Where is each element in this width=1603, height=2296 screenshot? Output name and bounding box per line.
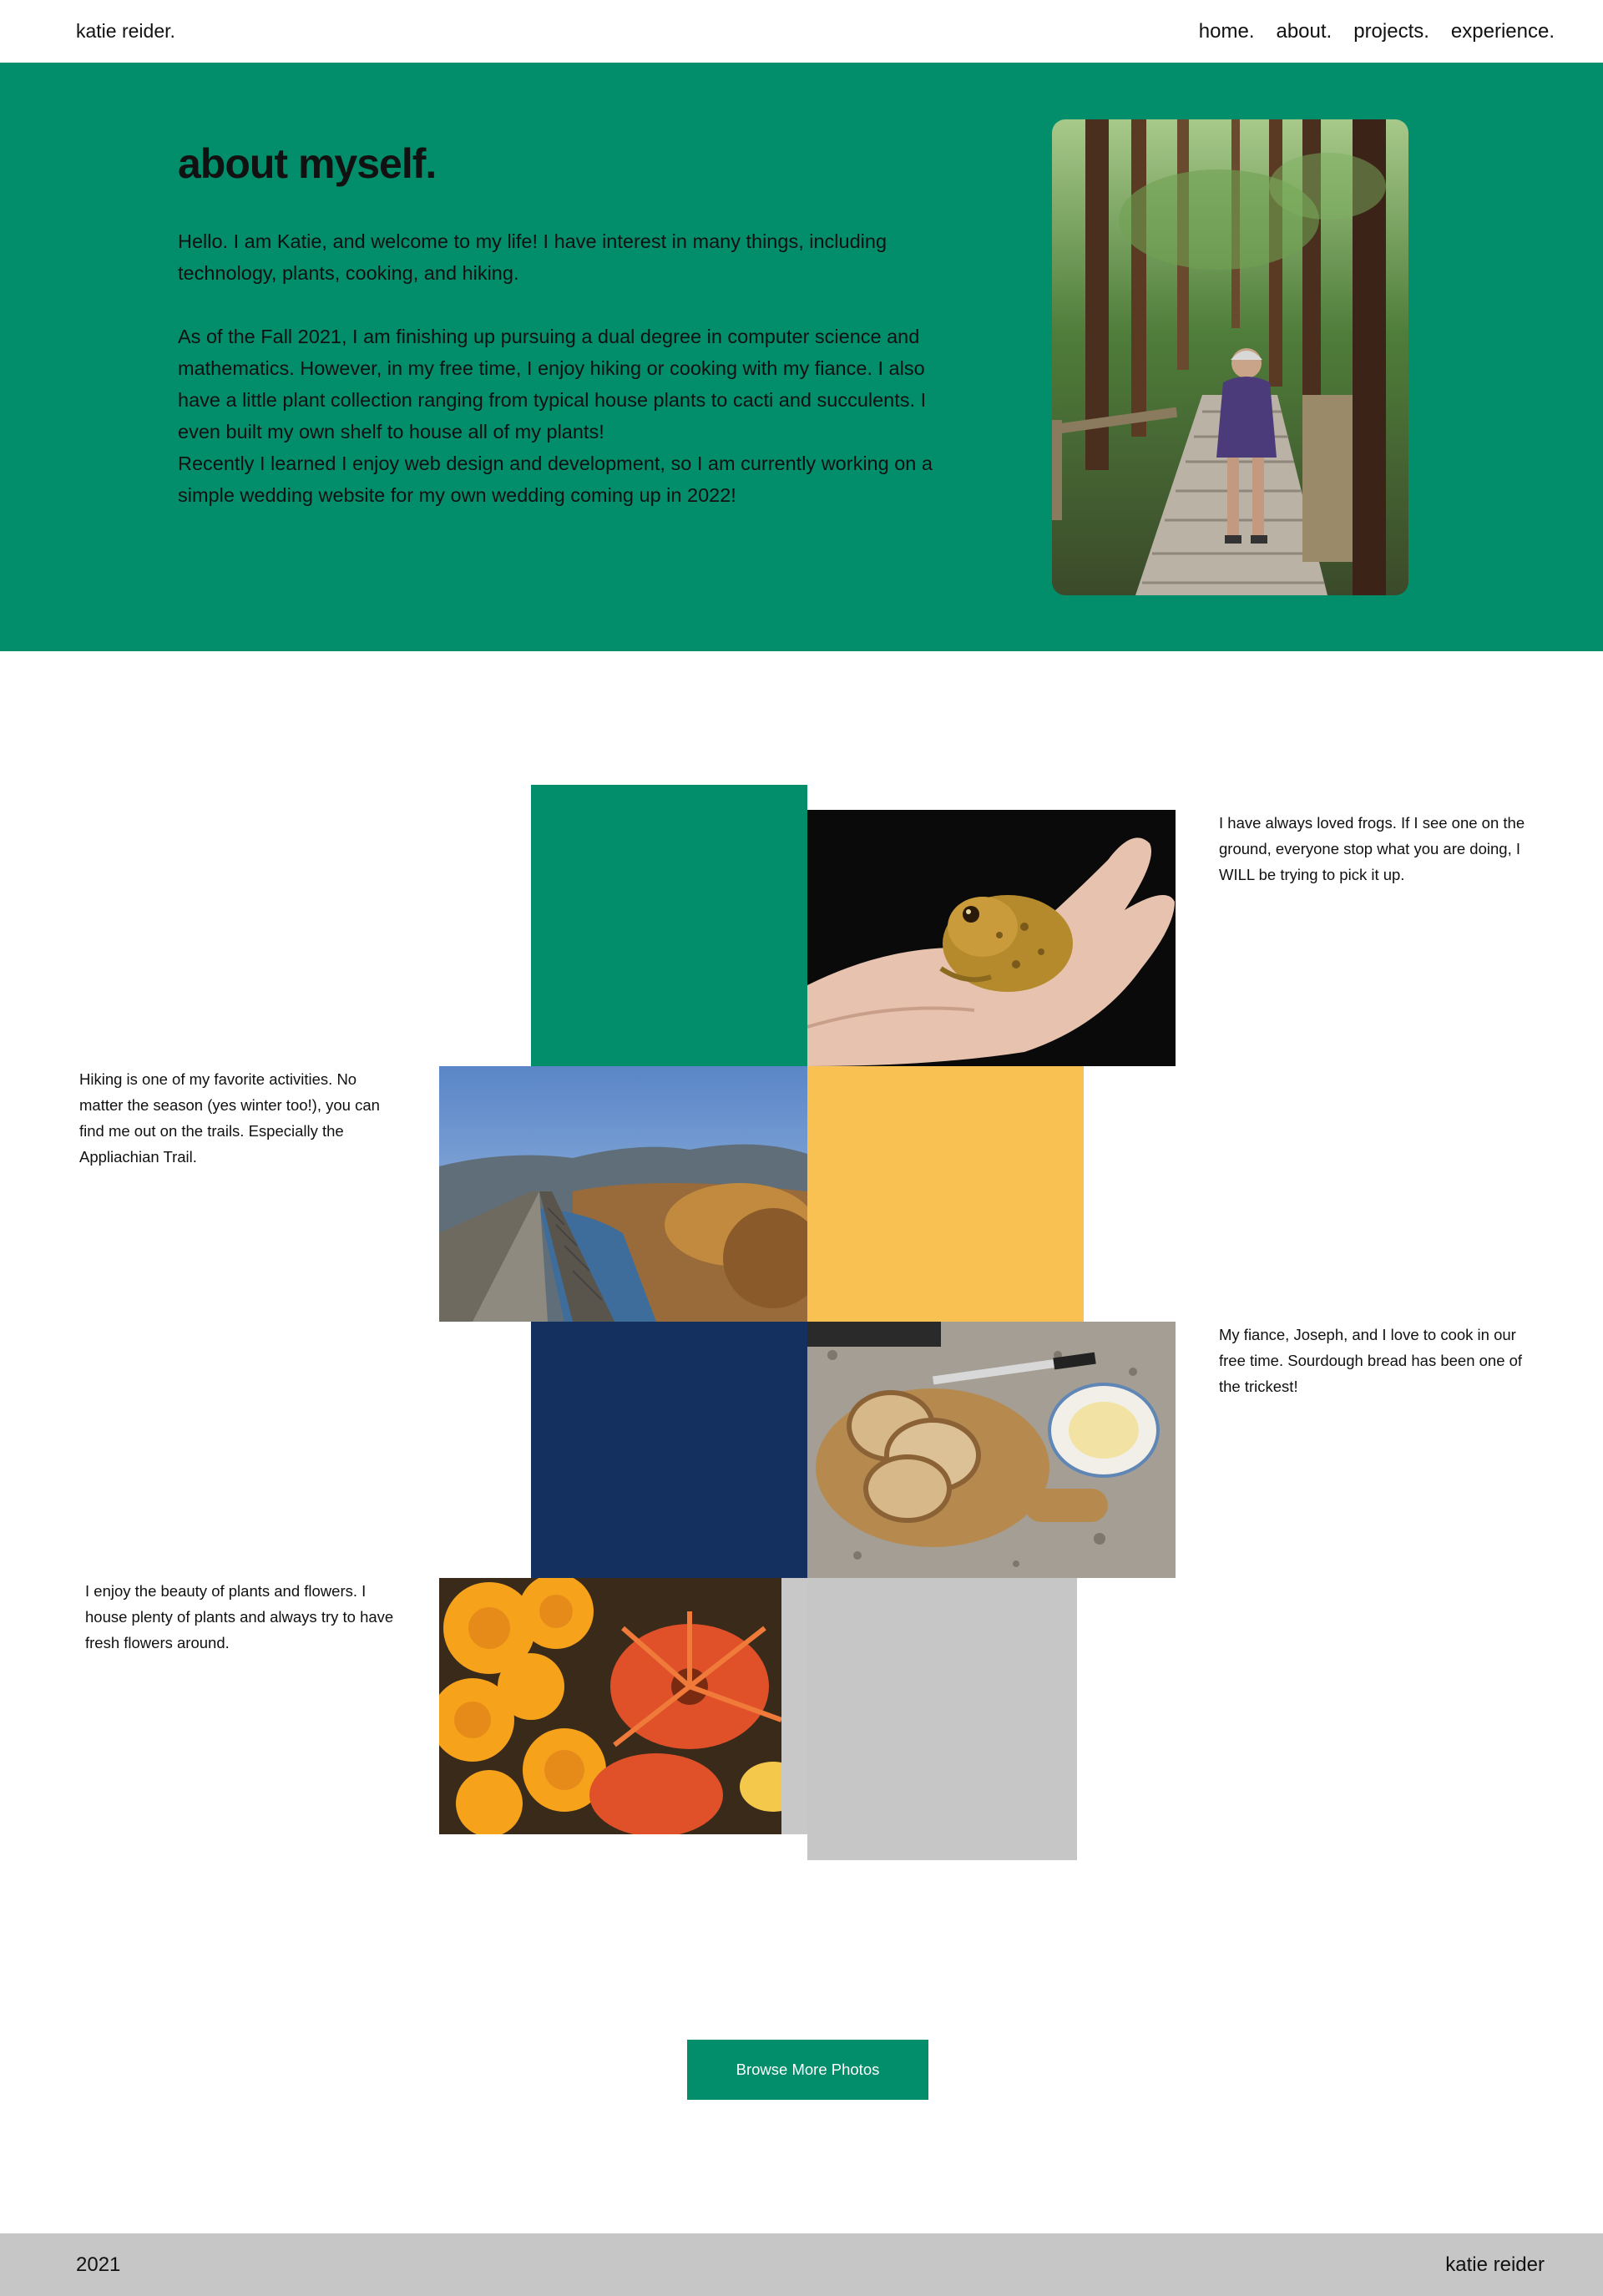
about-hero-section: about myself. Hello. I am Katie, and wel…	[0, 63, 1603, 651]
navy-color-block	[531, 1322, 807, 1578]
hiking-trail-photo	[1052, 119, 1408, 595]
about-paragraph-intro: Hello. I am Katie, and welcome to my lif…	[178, 230, 887, 284]
frog-photo	[807, 810, 1176, 1066]
browse-more-photos-button[interactable]: Browse More Photos	[687, 2040, 928, 2100]
yellow-color-block	[807, 1066, 1084, 1322]
gray-color-block	[807, 1578, 1077, 1860]
about-paragraph-web-design: Recently I learned I enjoy web design an…	[178, 453, 933, 506]
flowers-photo	[439, 1578, 807, 1834]
brand-logo-text[interactable]: katie reider.	[76, 20, 175, 43]
footer: 2021 katie reider	[0, 2233, 1603, 2296]
plants-caption: I enjoy the beauty of plants and flowers…	[85, 1582, 394, 1651]
nav-links: home. about. projects. experience.	[1199, 20, 1555, 43]
green-color-block	[531, 785, 807, 1066]
nav-link-experience[interactable]: experience.	[1451, 20, 1555, 43]
about-text: Hello. I am Katie, and welcome to my lif…	[178, 225, 971, 511]
top-nav: katie reider. home. about. projects. exp…	[0, 0, 1603, 63]
footer-name: katie reider	[1445, 2253, 1545, 2276]
nav-link-projects[interactable]: projects.	[1353, 20, 1429, 43]
bread-photo	[807, 1322, 1176, 1578]
cooking-caption: My fiance, Joseph, and I love to cook in…	[1219, 1326, 1523, 1395]
hiking-bridge-photo	[439, 1066, 807, 1322]
frog-caption: I have always loved frogs. If I see one …	[1219, 814, 1525, 883]
page-title: about myself.	[178, 140, 437, 187]
about-paragraph-education: As of the Fall 2021, I am finishing up p…	[178, 326, 927, 443]
footer-year: 2021	[76, 2253, 121, 2276]
hiking-caption: Hiking is one of my favorite activities.…	[79, 1070, 380, 1166]
nav-link-about[interactable]: about.	[1276, 20, 1332, 43]
nav-link-home[interactable]: home.	[1199, 20, 1255, 43]
